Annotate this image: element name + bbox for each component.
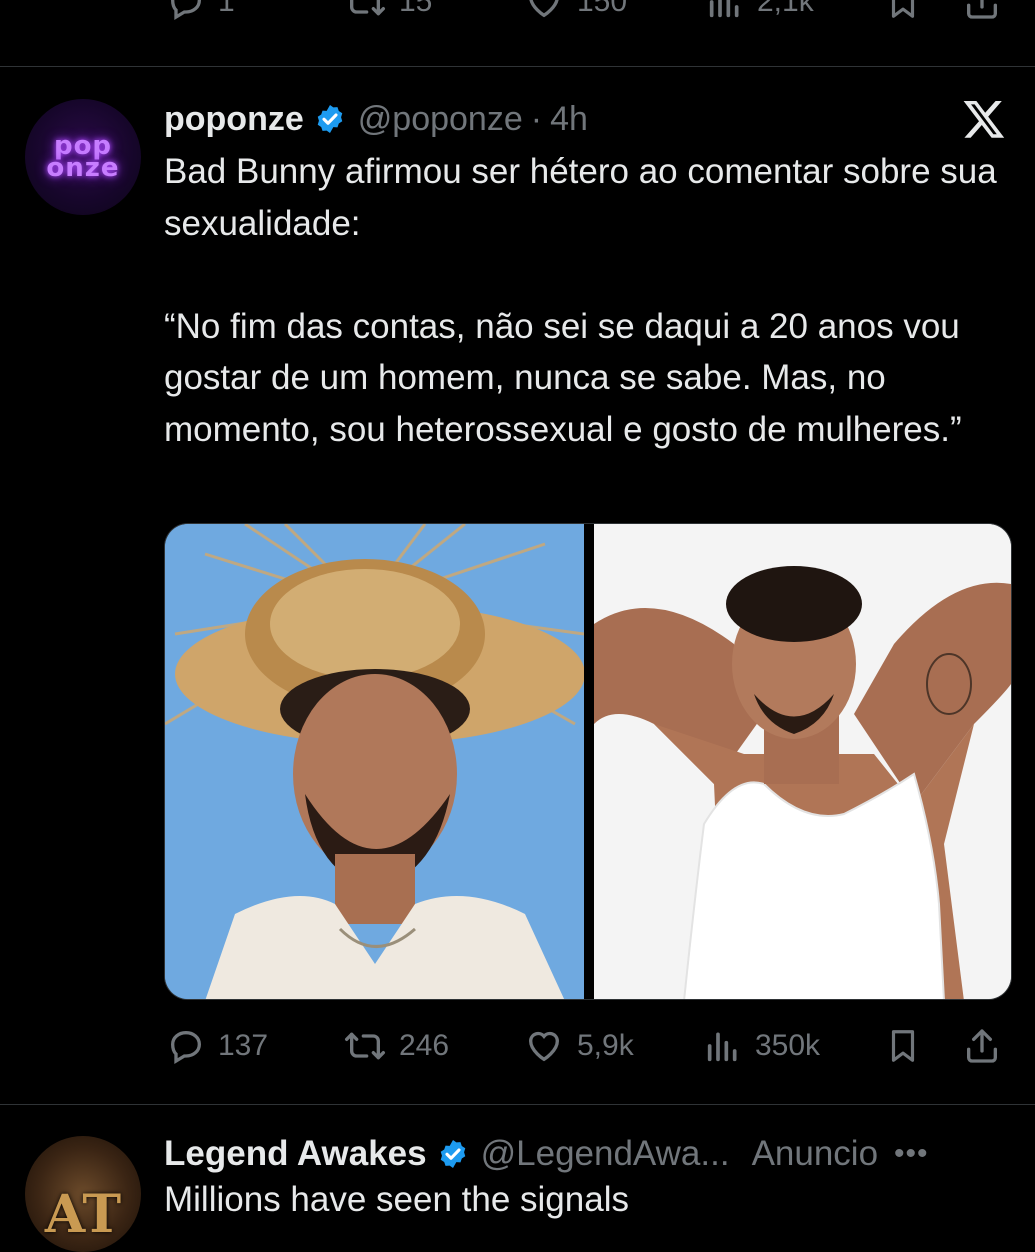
ad-tweet-header: Legend Awakes @LegendAwa... Anuncio •••	[164, 1131, 1014, 1177]
photo-tank-top-illustration	[594, 524, 1011, 999]
share-button[interactable]	[962, 1026, 1002, 1066]
retweet-count: 15	[399, 0, 433, 18]
separator: ·	[530, 99, 543, 138]
reply-icon	[170, 1030, 202, 1064]
bookmark-icon	[891, 1030, 915, 1062]
retweet-icon	[350, 0, 385, 16]
reply-icon	[170, 0, 202, 20]
bookmark-button[interactable]	[884, 1026, 922, 1066]
like-count: 150	[577, 0, 628, 18]
share-button[interactable]	[962, 0, 1002, 22]
ad-display-name[interactable]: Legend Awakes	[164, 1134, 427, 1174]
verified-icon	[437, 1138, 469, 1170]
share-icon	[967, 1029, 997, 1063]
retweet-count: 246	[399, 1029, 450, 1062]
x-logo-icon[interactable]	[960, 96, 1008, 144]
timestamp[interactable]: 4h	[550, 100, 588, 139]
like-button[interactable]: 5,9k	[523, 1026, 634, 1066]
views-icon	[707, 1032, 737, 1062]
retweet-button[interactable]: 246	[343, 1026, 449, 1066]
reply-button[interactable]: 1	[166, 0, 235, 22]
avatar-logo-bottom: onze	[46, 153, 120, 183]
photo-tank-top[interactable]	[594, 524, 1011, 999]
reply-count: 137	[218, 1029, 269, 1062]
more-options-icon[interactable]: •••	[894, 1137, 929, 1171]
like-count: 5,9k	[577, 1029, 634, 1062]
ad-user-handle[interactable]: @LegendAwa...	[481, 1134, 730, 1174]
tweet-text: Bad Bunny afirmou ser hétero ao comentar…	[164, 152, 997, 449]
tweet-header: poponze @poponze · 4h	[164, 96, 588, 142]
share-icon	[967, 0, 997, 19]
reply-count: 1	[218, 0, 235, 18]
views-button[interactable]: 2,1k	[705, 0, 814, 22]
reply-button[interactable]: 137	[166, 1026, 268, 1066]
previous-tweet-actions: 1 15 150 2,1k	[0, 0, 1035, 32]
retweet-button[interactable]: 15	[343, 0, 432, 22]
views-count: 2,1k	[757, 0, 814, 18]
verified-icon	[314, 103, 346, 135]
retweet-icon	[344, 1032, 385, 1060]
photo-straw-hat[interactable]	[165, 524, 584, 999]
tweet-media[interactable]	[164, 523, 1012, 1000]
user-handle[interactable]: @poponze	[358, 100, 523, 139]
views-count: 350k	[755, 1029, 821, 1062]
like-icon	[528, 1031, 560, 1062]
ad-label: Anuncio	[751, 1134, 879, 1173]
ad-avatar[interactable]: AT	[25, 1136, 141, 1252]
display-name[interactable]: poponze	[164, 100, 304, 139]
avatar[interactable]: pop onze	[25, 99, 141, 215]
tweet-divider	[0, 66, 1035, 67]
bookmark-button[interactable]	[884, 0, 922, 22]
tweet-divider	[0, 1104, 1035, 1105]
views-button[interactable]: 350k	[703, 1026, 820, 1066]
like-icon	[529, 0, 559, 18]
like-button[interactable]: 150	[523, 0, 627, 22]
ad-tweet-text: Millions have seen the signals	[164, 1180, 629, 1219]
ad-avatar-logo: AT	[44, 1183, 122, 1245]
views-icon	[709, 0, 739, 18]
photo-straw-hat-illustration	[165, 524, 584, 999]
tweet-actions: 137 246 5,9k 350k	[0, 1020, 1035, 1076]
photo-gap	[584, 524, 594, 999]
bookmark-icon	[891, 0, 915, 18]
